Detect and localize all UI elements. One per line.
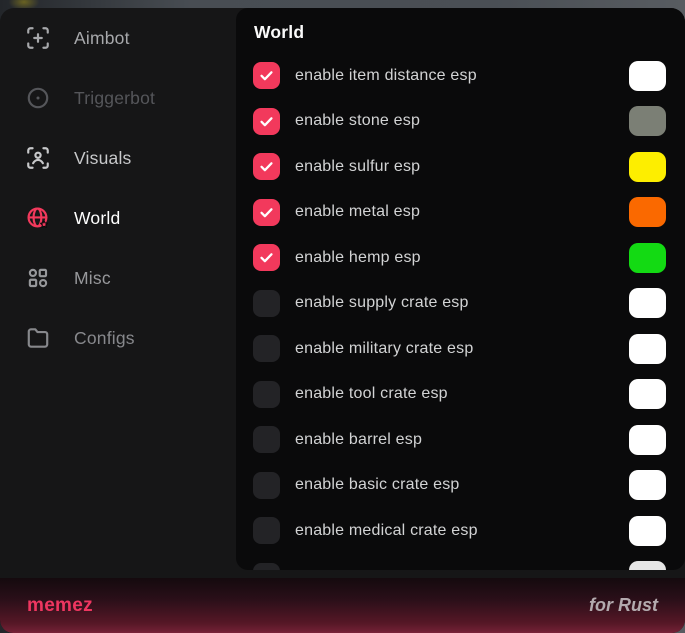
color-swatch[interactable] xyxy=(629,152,666,182)
setting-row: enable supply crate esp xyxy=(236,281,685,327)
color-swatch[interactable] xyxy=(629,470,666,500)
color-swatch[interactable] xyxy=(629,197,666,227)
checkbox[interactable] xyxy=(253,381,280,408)
color-swatch[interactable] xyxy=(629,561,666,570)
sidebar-item-misc[interactable]: Misc xyxy=(0,248,236,308)
setting-label: enable military crate esp xyxy=(295,340,473,358)
color-swatch[interactable] xyxy=(629,334,666,364)
globe-star-icon xyxy=(25,205,51,231)
sidebar-item-triggerbot[interactable]: Triggerbot xyxy=(0,68,236,128)
checkbox[interactable] xyxy=(253,244,280,271)
brand-label: memez xyxy=(27,595,93,617)
setting-label: enable basic crate esp xyxy=(295,476,460,494)
color-swatch[interactable] xyxy=(629,288,666,318)
setting-row: enable sulfur esp xyxy=(236,144,685,190)
checkbox[interactable] xyxy=(253,517,280,544)
setting-row: enable hemp esp xyxy=(236,235,685,281)
footer-bar: memez for Rust xyxy=(0,578,685,633)
checkbox[interactable] xyxy=(253,199,280,226)
sidebar-item-configs[interactable]: Configs xyxy=(0,308,236,368)
settings-list: enable item distance esp enable stone esp… xyxy=(236,53,685,570)
setting-label: enable stone esp xyxy=(295,112,420,130)
circle-dot-icon xyxy=(25,85,51,111)
person-scan-icon xyxy=(25,145,51,171)
setting-row: enable military crate esp xyxy=(236,326,685,372)
setting-label: enable item distance esp xyxy=(295,67,477,85)
sidebar: Aimbot Triggerbot Visuals World Misc Configs xyxy=(0,8,236,570)
checkbox[interactable] xyxy=(253,335,280,362)
setting-row: enable basic crate esp xyxy=(236,463,685,509)
setting-row xyxy=(236,554,685,571)
setting-label: enable metal esp xyxy=(295,203,420,221)
checkbox[interactable] xyxy=(253,290,280,317)
setting-label: enable supply crate esp xyxy=(295,294,469,312)
sidebar-item-label: Aimbot xyxy=(74,28,130,49)
checkbox[interactable] xyxy=(253,153,280,180)
color-swatch[interactable] xyxy=(629,243,666,273)
cheat-menu-window: AimbotTriggerbotVisualsWorldMiscConfigs … xyxy=(0,8,685,633)
setting-row: enable stone esp xyxy=(236,99,685,145)
sidebar-item-world[interactable]: World xyxy=(0,188,236,248)
setting-label: enable sulfur esp xyxy=(295,158,420,176)
color-swatch[interactable] xyxy=(629,106,666,136)
sidebar-item-label: Triggerbot xyxy=(74,88,155,109)
setting-row: enable medical crate esp xyxy=(236,508,685,554)
checkbox[interactable] xyxy=(253,472,280,499)
sidebar-item-visuals[interactable]: Visuals xyxy=(0,128,236,188)
sidebar-item-aimbot[interactable]: Aimbot xyxy=(0,8,236,68)
world-panel: World enable item distance esp enable sto… xyxy=(236,8,685,570)
color-swatch[interactable] xyxy=(629,61,666,91)
checkbox[interactable] xyxy=(253,62,280,89)
setting-label: enable hemp esp xyxy=(295,249,421,267)
setting-label: enable barrel esp xyxy=(295,431,422,449)
setting-label: enable medical crate esp xyxy=(295,522,478,540)
sidebar-item-label: World xyxy=(74,208,120,229)
setting-label: enable tool crate esp xyxy=(295,385,448,403)
color-swatch[interactable] xyxy=(629,516,666,546)
tagline-label: for Rust xyxy=(589,595,658,616)
sidebar-item-label: Visuals xyxy=(74,148,132,169)
color-swatch[interactable] xyxy=(629,425,666,455)
page-title: World xyxy=(254,22,685,43)
sidebar-item-label: Misc xyxy=(74,268,111,289)
checkbox[interactable] xyxy=(253,426,280,453)
sidebar-item-label: Configs xyxy=(74,328,135,349)
shapes-icon xyxy=(25,265,51,291)
crosshair-plus-icon xyxy=(25,25,51,51)
setting-row: enable item distance esp xyxy=(236,53,685,99)
setting-row: enable barrel esp xyxy=(236,417,685,463)
folder-icon xyxy=(25,325,51,351)
setting-row: enable metal esp xyxy=(236,190,685,236)
checkbox[interactable] xyxy=(253,108,280,135)
color-swatch[interactable] xyxy=(629,379,666,409)
checkbox[interactable] xyxy=(253,563,280,570)
setting-row: enable tool crate esp xyxy=(236,372,685,418)
